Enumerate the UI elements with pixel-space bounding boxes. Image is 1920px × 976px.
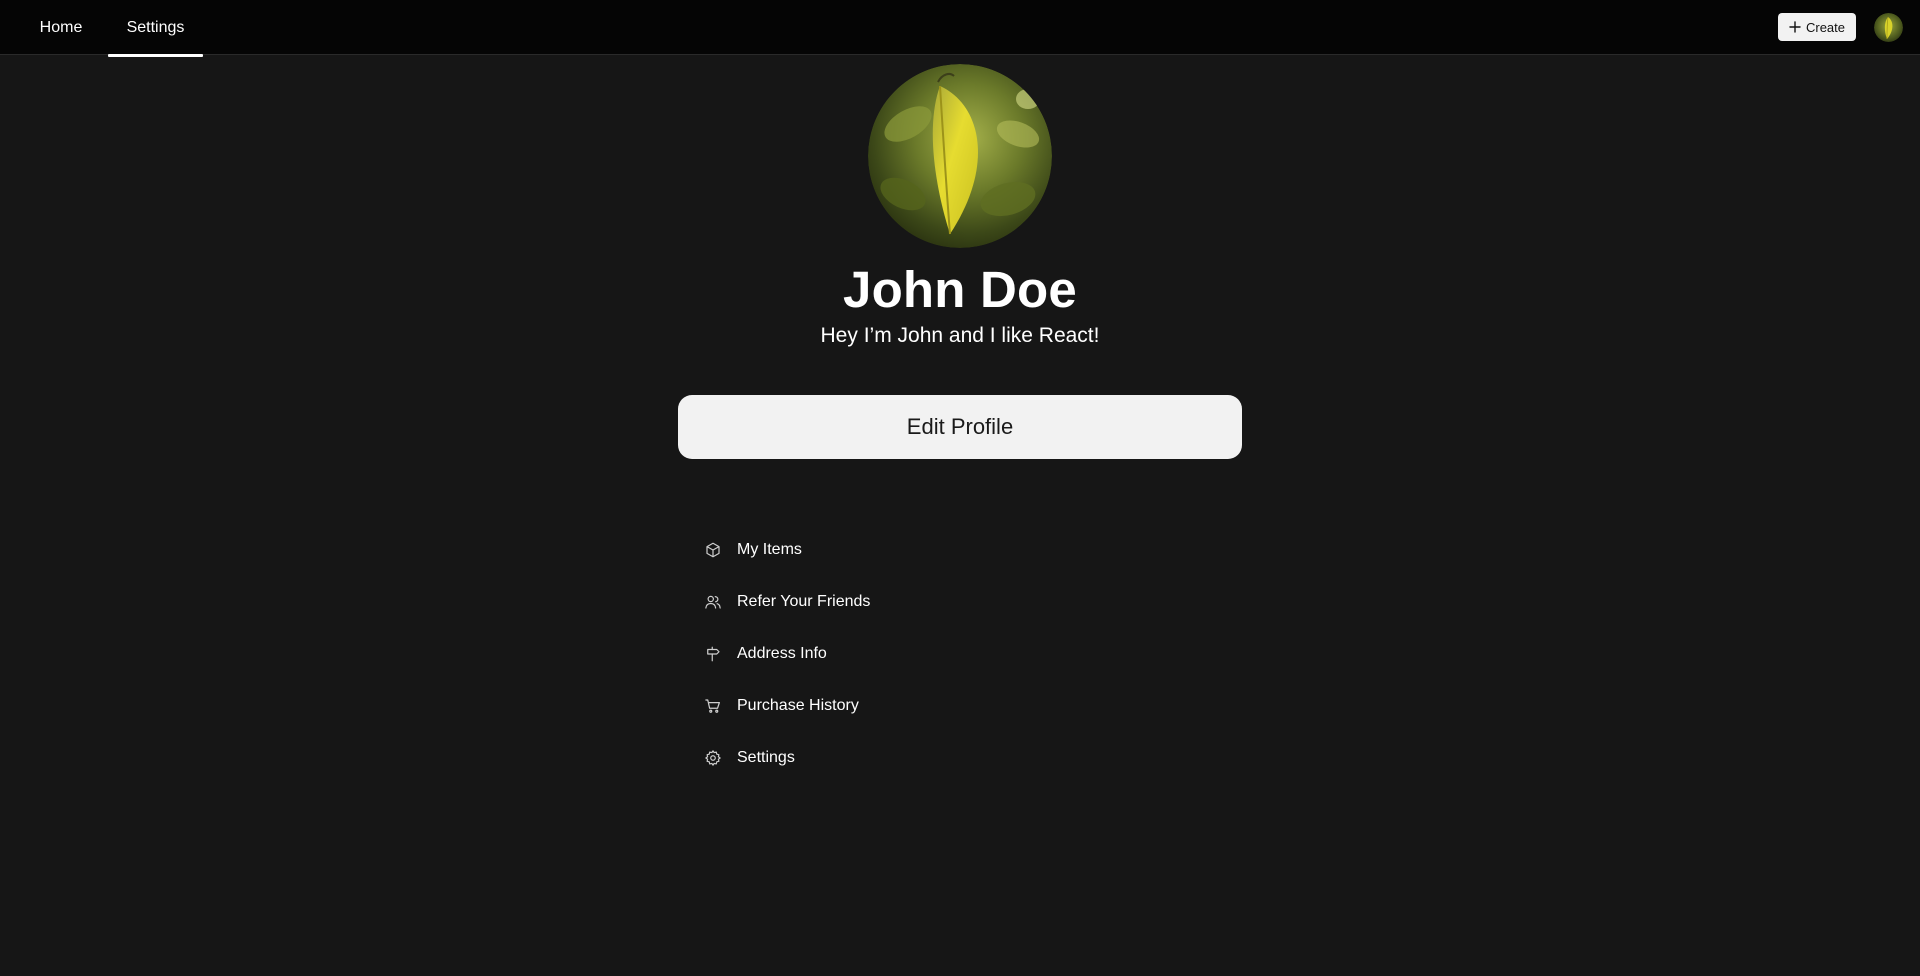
cart-icon xyxy=(703,696,723,716)
menu-item-label: My Items xyxy=(737,541,802,558)
users-icon xyxy=(703,592,723,612)
signpost-icon xyxy=(703,644,723,664)
leaf-avatar-image xyxy=(1874,13,1903,42)
user-avatar[interactable] xyxy=(1874,13,1903,42)
plus-icon xyxy=(1789,21,1801,33)
menu-item-settings[interactable]: Settings xyxy=(700,732,1220,784)
profile-name: John Doe xyxy=(843,261,1077,318)
tab-settings-label: Settings xyxy=(126,19,185,36)
gear-icon xyxy=(703,748,723,768)
tab-settings[interactable]: Settings xyxy=(108,0,203,57)
menu-item-label: Refer Your Friends xyxy=(737,593,871,610)
create-button-label: Create xyxy=(1805,19,1846,35)
menu-item-address-info[interactable]: Address Info xyxy=(700,628,1220,680)
menu-item-label: Address Info xyxy=(737,645,827,662)
box-icon xyxy=(703,540,723,560)
menu-item-label: Settings xyxy=(737,749,795,766)
profile-bio: Hey I’m John and I like React! xyxy=(820,324,1100,347)
menu-item-my-items[interactable]: My Items xyxy=(700,524,1220,576)
create-button[interactable]: Create xyxy=(1778,13,1856,41)
edit-profile-label: Edit Profile xyxy=(906,414,1014,439)
profile-avatar xyxy=(868,64,1052,248)
profile-menu: My Items Refer Your Friends Address Info xyxy=(700,524,1220,784)
top-nav-bar: Home Settings Create xyxy=(0,0,1920,57)
menu-item-purchase-history[interactable]: Purchase History xyxy=(700,680,1220,732)
menu-item-refer-friends[interactable]: Refer Your Friends xyxy=(700,576,1220,628)
menu-item-label: Purchase History xyxy=(737,697,859,714)
leaf-avatar-image xyxy=(868,64,1052,248)
tab-home-label: Home xyxy=(39,19,83,36)
edit-profile-button[interactable]: Edit Profile xyxy=(678,395,1242,459)
tab-home[interactable]: Home xyxy=(18,0,104,56)
